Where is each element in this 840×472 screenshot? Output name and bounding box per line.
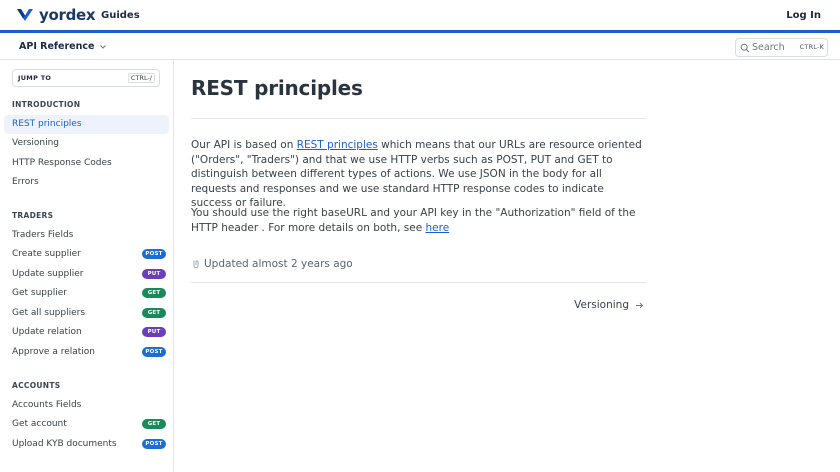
history-icon [193, 260, 199, 268]
search-label: Search [752, 42, 785, 53]
method-badge-get: GET [142, 419, 166, 429]
sidebar-item-accounts-fields[interactable]: Accounts Fields [4, 396, 169, 415]
here-link[interactable]: here [426, 222, 450, 234]
sidebar-item-label: Get all suppliers [12, 308, 86, 318]
brand-name: yordex [39, 6, 96, 24]
sidebar-item-update-relation[interactable]: Update relation PUT [4, 323, 169, 342]
page-title: REST principles [191, 76, 363, 100]
sidebar-item-http-response-codes[interactable]: HTTP Response Codes [4, 154, 169, 173]
search-button[interactable]: Search CTRL-K [735, 38, 828, 57]
sidebar-item-label: Accounts Fields [12, 400, 82, 410]
jump-to-shortcut: CTRL-/ [127, 73, 155, 83]
sidebar-item-label: Versioning [12, 138, 60, 148]
sidebar-item-rest-principles[interactable]: REST principles [4, 115, 169, 134]
sidebar: JUMP TO CTRL-/ INTRODUCTION REST princip… [0, 61, 174, 472]
method-badge-get: GET [142, 308, 166, 318]
guides-link[interactable]: Guides [101, 10, 140, 21]
sidebar-item-label: Approve a relation [12, 347, 95, 357]
sidebar-item-create-supplier[interactable]: Create supplier POST [4, 245, 169, 264]
api-reference-dropdown[interactable]: API Reference [19, 41, 107, 52]
search-shortcut: CTRL-K [799, 43, 824, 51]
footer-divider [191, 282, 646, 283]
arrow-right-icon [636, 302, 644, 308]
sub-header: API Reference Search CTRL-K [0, 36, 840, 60]
method-badge-post: POST [142, 347, 166, 357]
section-title-traders: TRADERS [12, 211, 54, 220]
auth-paragraph: You should use the right baseURL and you… [191, 206, 646, 235]
jump-to-label: JUMP TO [18, 74, 52, 82]
login-link[interactable]: Log In [786, 10, 821, 21]
sidebar-item-label: Get account [12, 419, 67, 429]
rest-principles-link[interactable]: REST principles [297, 139, 378, 151]
updated-info: Updated almost 2 years ago [191, 258, 353, 270]
sidebar-item-versioning[interactable]: Versioning [4, 134, 169, 153]
next-page-link[interactable]: Versioning [574, 299, 644, 311]
section-title-accounts: ACCOUNTS [12, 381, 61, 390]
section-title-introduction: INTRODUCTION [12, 100, 81, 109]
sidebar-item-label: Traders Fields [12, 230, 74, 240]
sidebar-item-label: Update supplier [12, 269, 84, 279]
sidebar-item-get-supplier[interactable]: Get supplier GET [4, 284, 169, 303]
sidebar-item-update-supplier[interactable]: Update supplier PUT [4, 265, 169, 284]
method-badge-post: POST [142, 439, 166, 449]
sidebar-item-label: REST principles [12, 119, 82, 129]
sidebar-item-get-account[interactable]: Get account GET [4, 415, 169, 434]
sidebar-item-upload-kyb-documents[interactable]: Upload KYB documents POST [4, 435, 169, 454]
sidebar-item-approve-a-relation[interactable]: Approve a relation POST [4, 343, 169, 362]
api-reference-label: API Reference [19, 41, 95, 52]
yordex-logo-icon [17, 9, 33, 21]
para1-prefix: Our API is based on [191, 139, 297, 151]
sidebar-item-label: Upload KYB documents [12, 439, 117, 449]
sidebar-item-label: Errors [12, 177, 39, 187]
search-icon [740, 43, 750, 53]
method-badge-get: GET [142, 288, 166, 298]
next-page-label: Versioning [574, 299, 629, 311]
sidebar-item-label: Get supplier [12, 288, 67, 298]
sidebar-item-errors[interactable]: Errors [4, 173, 169, 192]
title-divider [191, 118, 646, 119]
updated-text: Updated almost 2 years ago [204, 258, 353, 270]
sidebar-item-traders-fields[interactable]: Traders Fields [4, 226, 169, 245]
method-badge-put: PUT [142, 327, 166, 337]
top-header: yordex Guides Log In [0, 0, 840, 33]
jump-to-button[interactable]: JUMP TO CTRL-/ [12, 69, 160, 87]
method-badge-put: PUT [142, 269, 166, 279]
sidebar-item-label: HTTP Response Codes [12, 158, 112, 168]
method-badge-post: POST [142, 249, 166, 259]
intro-paragraph: Our API is based on REST principles whic… [191, 138, 646, 211]
chevron-down-icon [100, 44, 107, 49]
sidebar-item-get-all-suppliers[interactable]: Get all suppliers GET [4, 304, 169, 323]
sidebar-item-label: Update relation [12, 327, 82, 337]
sidebar-item-label: Create supplier [12, 249, 81, 259]
brand-logo[interactable]: yordex [16, 6, 96, 24]
para2-prefix: You should use the right baseURL and you… [191, 207, 636, 234]
